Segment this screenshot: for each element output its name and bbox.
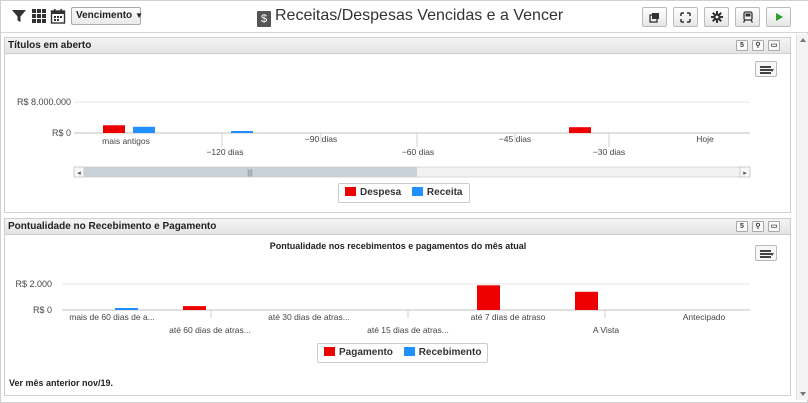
previous-month-link[interactable]: Ver mês anterior nov/19. xyxy=(9,378,113,388)
legend-item-receita[interactable]: Receita xyxy=(411,187,463,198)
chevron-down-icon[interactable] xyxy=(800,392,806,396)
bar-despesa-5[interactable] xyxy=(569,127,591,133)
y-tick-label: R$ 0 xyxy=(33,305,52,315)
bar-despesa-0[interactable] xyxy=(103,125,125,133)
x-tick-label: A Vista xyxy=(593,325,620,335)
legend-swatch xyxy=(411,187,423,196)
legend-swatch xyxy=(324,347,335,356)
dollar-icon: $ xyxy=(257,11,271,27)
page-title: $ Receitas/Despesas Vencidas e a Vencer xyxy=(257,7,563,27)
x-tick-label: até 60 dias de atras... xyxy=(169,325,251,335)
fullscreen-icon xyxy=(680,12,691,23)
play-button[interactable] xyxy=(766,7,791,27)
fullscreen-button[interactable] xyxy=(673,7,698,27)
bar-recebimento-0[interactable] xyxy=(115,308,138,310)
x-tick-label: mais antigos xyxy=(102,136,150,146)
x-tick-label: −90 dias xyxy=(305,134,337,144)
x-tick-label: até 30 dias de atras... xyxy=(268,312,350,322)
bar-receita-0[interactable] xyxy=(133,126,155,133)
chart-legend: Pagamento Recebimento xyxy=(317,343,489,363)
panel-title: Títulos em aberto xyxy=(8,40,92,51)
gear-icon xyxy=(710,11,723,23)
grip-icon: ||| xyxy=(247,170,253,177)
panel-title: Pontualidade no Recebimento e Pagamento xyxy=(8,221,217,232)
bar-receita-1[interactable] xyxy=(231,131,253,133)
x-tick-label: mais de 60 dias de a... xyxy=(69,312,155,322)
chevron-left-icon: ◂ xyxy=(77,170,81,177)
train-button[interactable] xyxy=(735,7,760,27)
y-tick-label: R$ 2.000 xyxy=(15,279,52,289)
chart-punctuality: Pontualidade nos recebimentos e pagament… xyxy=(15,241,750,335)
legend-swatch xyxy=(345,187,356,196)
legend-label: Recebimento xyxy=(418,347,482,358)
settings-button[interactable] xyxy=(704,7,729,27)
app-window: Vencimento ▼ $ Receitas/Despesas Vencidas … xyxy=(0,0,808,403)
panel-header: Pontualidade no Recebimento e Pagamento … xyxy=(5,219,790,235)
chevron-right-icon: ▸ xyxy=(743,170,747,177)
legend-item-recebimento[interactable]: Recebimento xyxy=(403,347,482,358)
select-value: Vencimento xyxy=(76,10,133,21)
chevron-up-icon[interactable] xyxy=(800,38,806,42)
page-title-text: Receitas/Despesas Vencidas e a Vencer xyxy=(275,7,564,24)
chevron-down-icon: ▼ xyxy=(135,11,144,20)
x-tick-label: Antecipado xyxy=(683,312,726,322)
legend-label: Receita xyxy=(426,187,463,198)
x-tick-label: até 15 dias de atras... xyxy=(367,325,449,335)
panel-maximize-button[interactable]: ▭ xyxy=(768,221,780,232)
legend-label: Pagamento xyxy=(339,347,393,358)
y-tick-label: R$ 0 xyxy=(52,128,71,138)
bar-pagamento-1[interactable] xyxy=(183,306,206,310)
chart-title: Pontualidade nos recebimentos e pagament… xyxy=(270,241,527,251)
date-mode-select[interactable]: Vencimento ▼ xyxy=(71,7,144,25)
copy-button[interactable] xyxy=(642,7,667,27)
panel-punctuality: Pontualidade no Recebimento e Pagamento … xyxy=(4,218,791,396)
panel-refresh-button[interactable]: 5 xyxy=(736,40,748,51)
grid-icon[interactable] xyxy=(31,8,47,24)
toolbar: Vencimento ▼ $ Receitas/Despesas Vencidas … xyxy=(1,1,808,33)
panel-header: Títulos em aberto 5 ⚲ ▭ xyxy=(5,38,790,54)
panel-zoom-button[interactable]: ⚲ xyxy=(752,221,764,232)
bars xyxy=(115,285,598,310)
play-icon xyxy=(775,13,783,21)
x-tick-label: −60 dias xyxy=(402,147,434,157)
bars xyxy=(103,125,591,133)
panel-open-titles: Títulos em aberto 5 ⚲ ▭ R$ 8.000.000 R$ … xyxy=(4,37,791,213)
bar-pagamento-5[interactable] xyxy=(575,291,598,310)
y-tick-label: R$ 8.000.000 xyxy=(17,97,71,107)
legend-label: Despesa xyxy=(360,187,402,198)
x-tick-label: −120 dias xyxy=(206,147,243,157)
panel-maximize-button[interactable]: ▭ xyxy=(768,40,780,51)
x-tick-label: −30 dias xyxy=(593,147,625,157)
chart-legend: Despesa Receita xyxy=(338,183,470,203)
panel-zoom-button[interactable]: ⚲ xyxy=(752,40,764,51)
filter-icon[interactable] xyxy=(11,8,27,24)
copy-icon xyxy=(649,13,659,23)
legend-item-despesa[interactable]: Despesa xyxy=(345,187,401,198)
calendar-icon[interactable] xyxy=(50,8,66,24)
legend-swatch xyxy=(403,347,415,356)
x-tick-label: −45 dias xyxy=(499,134,531,144)
panel-refresh-button[interactable]: 5 xyxy=(736,221,748,232)
x-tick-label: Hoje xyxy=(696,134,714,144)
x-tick-label: até 7 dias de atraso xyxy=(471,312,546,322)
train-icon xyxy=(742,11,753,23)
bar-pagamento-4[interactable] xyxy=(477,285,500,310)
legend-item-pagamento[interactable]: Pagamento xyxy=(324,347,393,358)
page-scrollbar[interactable] xyxy=(796,34,808,400)
